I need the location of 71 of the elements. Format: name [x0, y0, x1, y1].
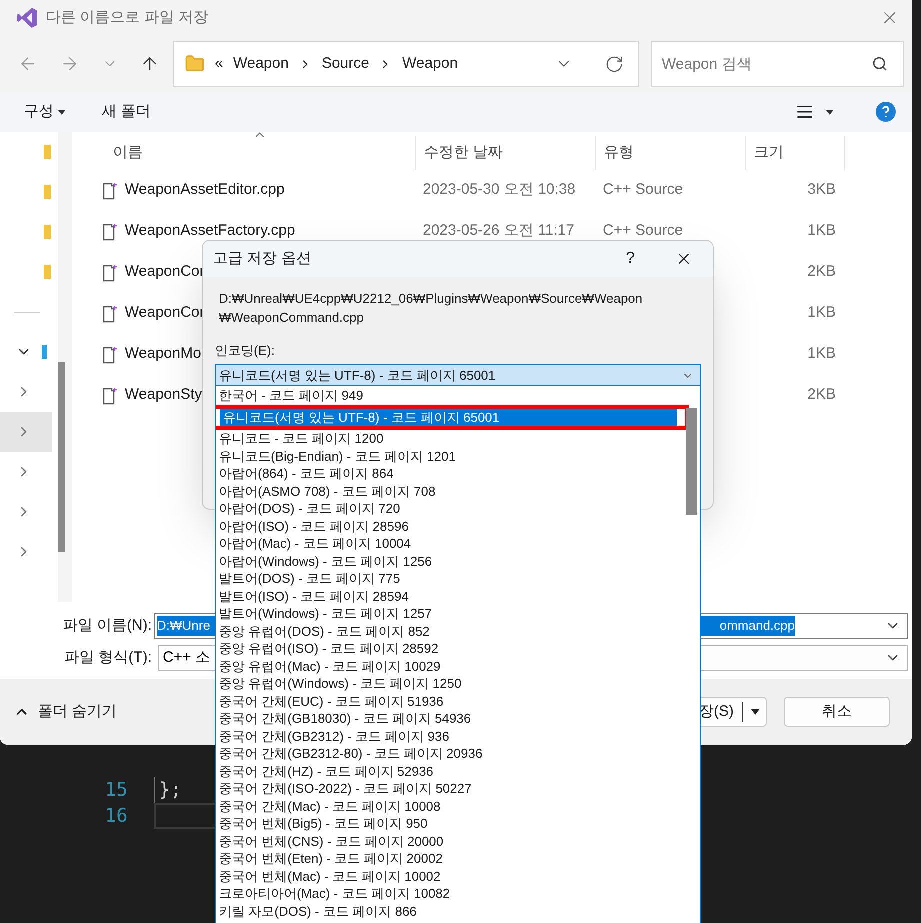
file-name[interactable]: WeaponCor: [125, 261, 205, 284]
address-bar[interactable]: « Weapon Source Weapon: [173, 41, 639, 87]
column-header[interactable]: 수정한 날짜: [415, 136, 595, 170]
organize-menu[interactable]: 구성: [24, 100, 66, 124]
file-path-text: D:₩Unreal₩UE4cpp₩U2212_06₩Plugins₩Weapon₩Source₩Weapon: [219, 290, 644, 308]
file-name-text: ommand.cpp: [720, 617, 795, 636]
encoding-option[interactable]: 키릴 자모(DOS) - 코드 페이지 866: [216, 902, 683, 920]
hide-folders-button[interactable]: 폴더 숨기기: [14, 700, 118, 724]
encoding-label: 인코딩(E):: [215, 342, 276, 360]
breadcrumb[interactable]: Weapon: [233, 52, 289, 76]
file-name[interactable]: WeaponAssetEditor.cpp: [125, 179, 285, 202]
file-size: 2KB: [808, 385, 836, 406]
encoding-option[interactable]: 발트어(ISO) - 코드 페이지 28594: [216, 588, 683, 605]
encoding-option[interactable]: 아랍어(Mac) - 코드 페이지 10004: [216, 535, 683, 552]
encoding-option[interactable]: 발트어(Windows) - 코드 페이지 1257: [216, 605, 683, 622]
encoding-option[interactable]: 중앙 유럽어(ISO) - 코드 페이지 28592: [216, 640, 683, 658]
file-size: 1KB: [808, 221, 836, 242]
path-overflow[interactable]: «: [215, 52, 224, 76]
encoding-dropdown[interactable]: 유니코드(서명 있는 UTF-8) - 코드 페이지 65001: [215, 364, 701, 387]
encoding-option[interactable]: 유니코드 - 코드 페이지 1200: [216, 430, 683, 448]
file-size: 3KB: [808, 180, 836, 200]
encoding-option[interactable]: 중국어 번체(Big5) - 코드 페이지 950: [216, 815, 683, 832]
line-number: 16: [105, 804, 128, 829]
encoding-option[interactable]: 중국어 번체(Eten) - 코드 페이지 20002: [216, 850, 683, 868]
encoding-option[interactable]: 아랍어(ASMO 708) - 코드 페이지 708: [216, 482, 683, 500]
encoding-option[interactable]: 중앙 유럽어(Mac) - 코드 페이지 10029: [216, 658, 683, 675]
file-size: 1KB: [808, 344, 836, 364]
breadcrumb[interactable]: Weapon: [402, 52, 458, 76]
breadcrumb[interactable]: Source: [322, 52, 370, 76]
file-type: C++ Source: [603, 222, 684, 240]
encoding-option[interactable]: 유니코드(서명 있는 UTF-8) - 코드 페이지 65001: [220, 408, 677, 426]
field-label: 파일 형식(T):: [64, 648, 152, 668]
encoding-option[interactable]: 중국어 간체(EUC) - 코드 페이지 51936: [216, 692, 683, 710]
column-header[interactable]: 유형: [595, 136, 745, 170]
help-button[interactable]: ?: [626, 247, 635, 271]
cancel-button[interactable]: 취소: [784, 697, 890, 727]
encoding-option[interactable]: 중국어 간체(GB2312) - 코드 페이지 936: [216, 728, 683, 745]
encoding-option[interactable]: 아랍어(ISO) - 코드 페이지 28596: [216, 518, 683, 535]
file-name[interactable]: WeaponMo: [125, 343, 202, 366]
file-date: 2023-05-26 오전 11:17: [423, 222, 574, 240]
encoding-option[interactable]: 중국어 간체(GB2312-80) - 코드 페이지 20936: [216, 745, 683, 762]
encoding-option[interactable]: 한국어 - 코드 페이지 949: [216, 387, 683, 404]
file-path-text: ₩WeaponCommand.cpp: [219, 309, 365, 327]
encoding-option[interactable]: 중앙 유럽어(Windows) - 코드 페이지 1250: [216, 675, 683, 692]
file-name[interactable]: WeaponAssetFactory.cpp: [125, 220, 296, 243]
encoding-option[interactable]: 아랍어(864) - 코드 페이지 864: [216, 465, 683, 482]
search-field[interactable]: Weapon 검색: [651, 41, 904, 87]
encoding-option[interactable]: 아랍어(Windows) - 코드 페이지 1256: [216, 552, 683, 570]
file-name-text: D:₩Unre: [157, 617, 210, 636]
dialog-title: 고급 저장 옵션: [213, 248, 312, 269]
file-size: 1KB: [808, 303, 836, 324]
encoding-option[interactable]: 중국어 번체(CNS) - 코드 페이지 20000: [216, 832, 683, 850]
line-number: 15: [105, 778, 128, 803]
encoding-option[interactable]: 크로아티아어(Mac) - 코드 페이지 10082: [216, 885, 683, 902]
window-title: 다른 이름으로 파일 저장: [46, 8, 209, 28]
encoding-option[interactable]: 중국어 간체(GB18030) - 코드 페이지 54936: [216, 710, 683, 728]
file-date: 2023-05-30 오전 10:38: [423, 181, 576, 198]
file-size: 2KB: [808, 262, 836, 282]
encoding-option[interactable]: 중국어 간체(HZ) - 코드 페이지 52936: [216, 762, 683, 780]
encoding-option[interactable]: 발트어(DOS) - 코드 페이지 775: [216, 570, 683, 588]
encoding-option[interactable]: 아랍어(DOS) - 코드 페이지 720: [216, 500, 683, 518]
encoding-option[interactable]: 유니코드(Big-Endian) - 코드 페이지 1201: [216, 448, 683, 465]
encoding-option[interactable]: 중국어 번체(Mac) - 코드 페이지 10002: [216, 868, 683, 885]
new-folder-button[interactable]: 새 폴더: [102, 100, 152, 124]
column-header[interactable]: 크기: [745, 136, 845, 170]
column-header[interactable]: 이름: [72, 136, 415, 170]
file-type: C++ Source: [603, 181, 684, 198]
file-name[interactable]: WeaponSty: [125, 384, 202, 407]
field-label: 파일 이름(N):: [62, 616, 152, 636]
encoding-option[interactable]: 중앙 유럽어(DOS) - 코드 페이지 852: [216, 622, 683, 640]
file-name[interactable]: WeaponCor: [125, 302, 205, 325]
